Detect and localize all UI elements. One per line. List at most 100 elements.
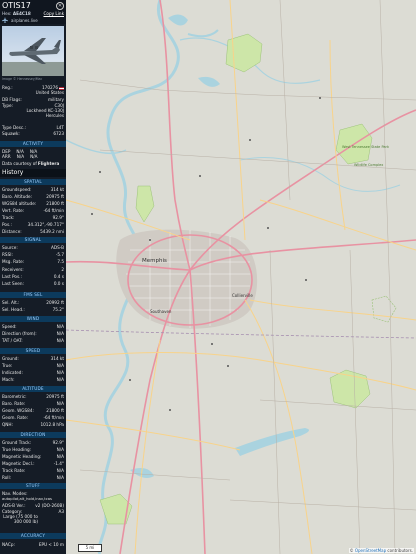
section-altitude[interactable]: ALTITUDE [0, 386, 66, 392]
nav-modes-label: Nav. Modes: [2, 491, 28, 496]
country-row: United States [2, 90, 64, 95]
info-row: Vert. Rate: -64 ft/min [2, 208, 64, 213]
info-label: RSSI: [2, 252, 13, 258]
info-row: Distance: 5439.2 nmi [2, 229, 64, 234]
info-label: Magnetic Heading: [2, 454, 42, 459]
info-label: Geom. Rate: [2, 415, 29, 420]
aircraft-photo[interactable] [2, 26, 64, 76]
section-stuff[interactable]: STUFF [0, 483, 66, 489]
squawk-label: Squawk: [2, 131, 20, 136]
info-row: Indicated: N/A [2, 370, 64, 375]
source-row: airplanes.live [2, 17, 38, 23]
close-icon[interactable]: ✕ [56, 2, 64, 10]
info-row: Geom. Rate: -64 ft/min [2, 415, 64, 420]
info-label: Baro. Rate: [2, 401, 26, 406]
section-activity[interactable]: ACTIVITY [0, 141, 66, 147]
info-value: N/A [56, 370, 64, 375]
info-value: N/A [56, 324, 64, 329]
openstreetmap-link[interactable]: OpenStreetMap [355, 548, 386, 553]
info-row: Mach: N/A [2, 377, 64, 382]
category-desc-row: Large (75 000 to 300 000 lb) [2, 514, 64, 525]
info-label: Sel. Alt.: [2, 300, 20, 305]
section-speed[interactable]: SPEED [0, 348, 66, 354]
info-value: 0.0 s [53, 281, 64, 286]
info-value: N/A [56, 468, 64, 473]
info-row: Direction (from): N/A [2, 331, 64, 336]
info-label: Ground Track: [2, 440, 32, 445]
info-row: Track Rate: N/A [2, 468, 64, 473]
callsign: OTIS17 [2, 1, 31, 10]
section-spatial[interactable]: SPATIAL [0, 179, 66, 185]
info-label: Groundspeed: [2, 187, 32, 192]
arr-value: N/A [16, 154, 25, 159]
info-label: Roll: [2, 475, 12, 480]
db-flags-label: DB Flags: [2, 97, 22, 102]
nav-modes-value-row: autopilot,alt_hold,lnav,tcas [2, 497, 64, 502]
info-row: Magnetic Heading: N/A [2, 454, 64, 459]
info-row: Sel. Alt.: 20992 ft [2, 300, 64, 305]
map-attribution: © OpenStreetMap contributors. [348, 548, 414, 553]
source-label[interactable]: airplanes.live [11, 18, 38, 23]
info-value: 2 [61, 266, 64, 272]
info-row: Speed: N/A [2, 324, 64, 329]
info-row: WGS84 altitude: 21800 ft [2, 201, 64, 206]
info-row: RSSI: -5.7 [2, 252, 64, 257]
info-value: 0.4 s [53, 273, 64, 279]
category-description: Large (75 000 to 300 000 lb) [3, 514, 38, 524]
arr-value: N/A [30, 154, 38, 159]
info-label: Receivers: [2, 266, 24, 272]
info-value: N/A [56, 454, 64, 459]
info-value: N/A [56, 475, 64, 480]
info-value: N/A [56, 363, 64, 368]
info-row: Sel. Head.: 75.2° [2, 307, 64, 312]
info-row: TAT / OAT: N/A [2, 338, 64, 343]
info-row: True: N/A [2, 363, 64, 368]
info-row: Pos.: 34.312°,-90.717° [2, 222, 64, 227]
copy-link-button[interactable]: Copy Link [43, 11, 64, 16]
photo-credit: Image © Hennessey/Mac [2, 77, 43, 81]
info-label: Distance: [2, 229, 22, 234]
info-label: Magnetic Decl.: [2, 461, 35, 466]
country-value: United States [35, 90, 64, 95]
info-label: QNH: [2, 422, 13, 427]
info-label: Last Seen: [2, 281, 24, 286]
park-label: Wildlife Complex [354, 163, 383, 167]
info-label: Vert. Rate: [2, 208, 25, 213]
info-value: -1.4° [53, 461, 64, 466]
info-value: 20975 ft [46, 394, 64, 399]
info-row: Last Pos.: 0.4 s [2, 274, 64, 279]
section-accuracy[interactable]: ACCURACY [0, 533, 66, 539]
info-value: 1012.8 hPa [40, 422, 64, 427]
section-direction[interactable]: DIRECTION [0, 432, 66, 438]
hex-value: AE4C18 [12, 11, 31, 16]
info-value: 314 kt [50, 356, 64, 361]
arr-label: ARR [2, 154, 11, 159]
info-value: 20975 ft [46, 194, 64, 199]
info-label: Speed: [2, 324, 17, 329]
data-courtesy-link[interactable]: Flightera [38, 161, 59, 166]
info-value: -64 ft/min [43, 208, 64, 213]
info-label: Source: [2, 245, 18, 250]
info-value: -64 ft/min [43, 415, 64, 420]
aircraft-image [2, 38, 64, 76]
info-row: Last Seen: 0.0 s [2, 281, 64, 286]
type-desc-label: Type Desc.: [2, 125, 26, 130]
ads-b-label: ADS-B Ver.: [2, 503, 26, 508]
info-row: Groundspeed: 314 kt [2, 187, 64, 192]
section-wind[interactable]: WIND [0, 316, 66, 322]
info-value: 7.5 [57, 259, 64, 265]
info-row: Ground Track: 92.9° [2, 440, 64, 445]
attribution-suffix: contributors. [386, 548, 413, 553]
info-label: Track Rate: [2, 468, 26, 473]
history-button[interactable]: History [0, 169, 66, 177]
section-signal[interactable]: SIGNAL [0, 237, 66, 243]
info-label: TAT / OAT: [2, 338, 23, 343]
info-label: Track: [2, 215, 15, 220]
data-courtesy-text: Data courtesy of [2, 161, 37, 166]
section-fms-sel[interactable]: FMS SEL [0, 292, 66, 298]
nacp-value: EPU < 10 m [38, 542, 64, 547]
info-value: ADS-B [51, 245, 64, 250]
db-flags-row: DB Flags: military [2, 97, 64, 102]
map-scale-bar: 5 mi [78, 544, 102, 552]
info-row: Receivers: 2 [2, 267, 64, 272]
